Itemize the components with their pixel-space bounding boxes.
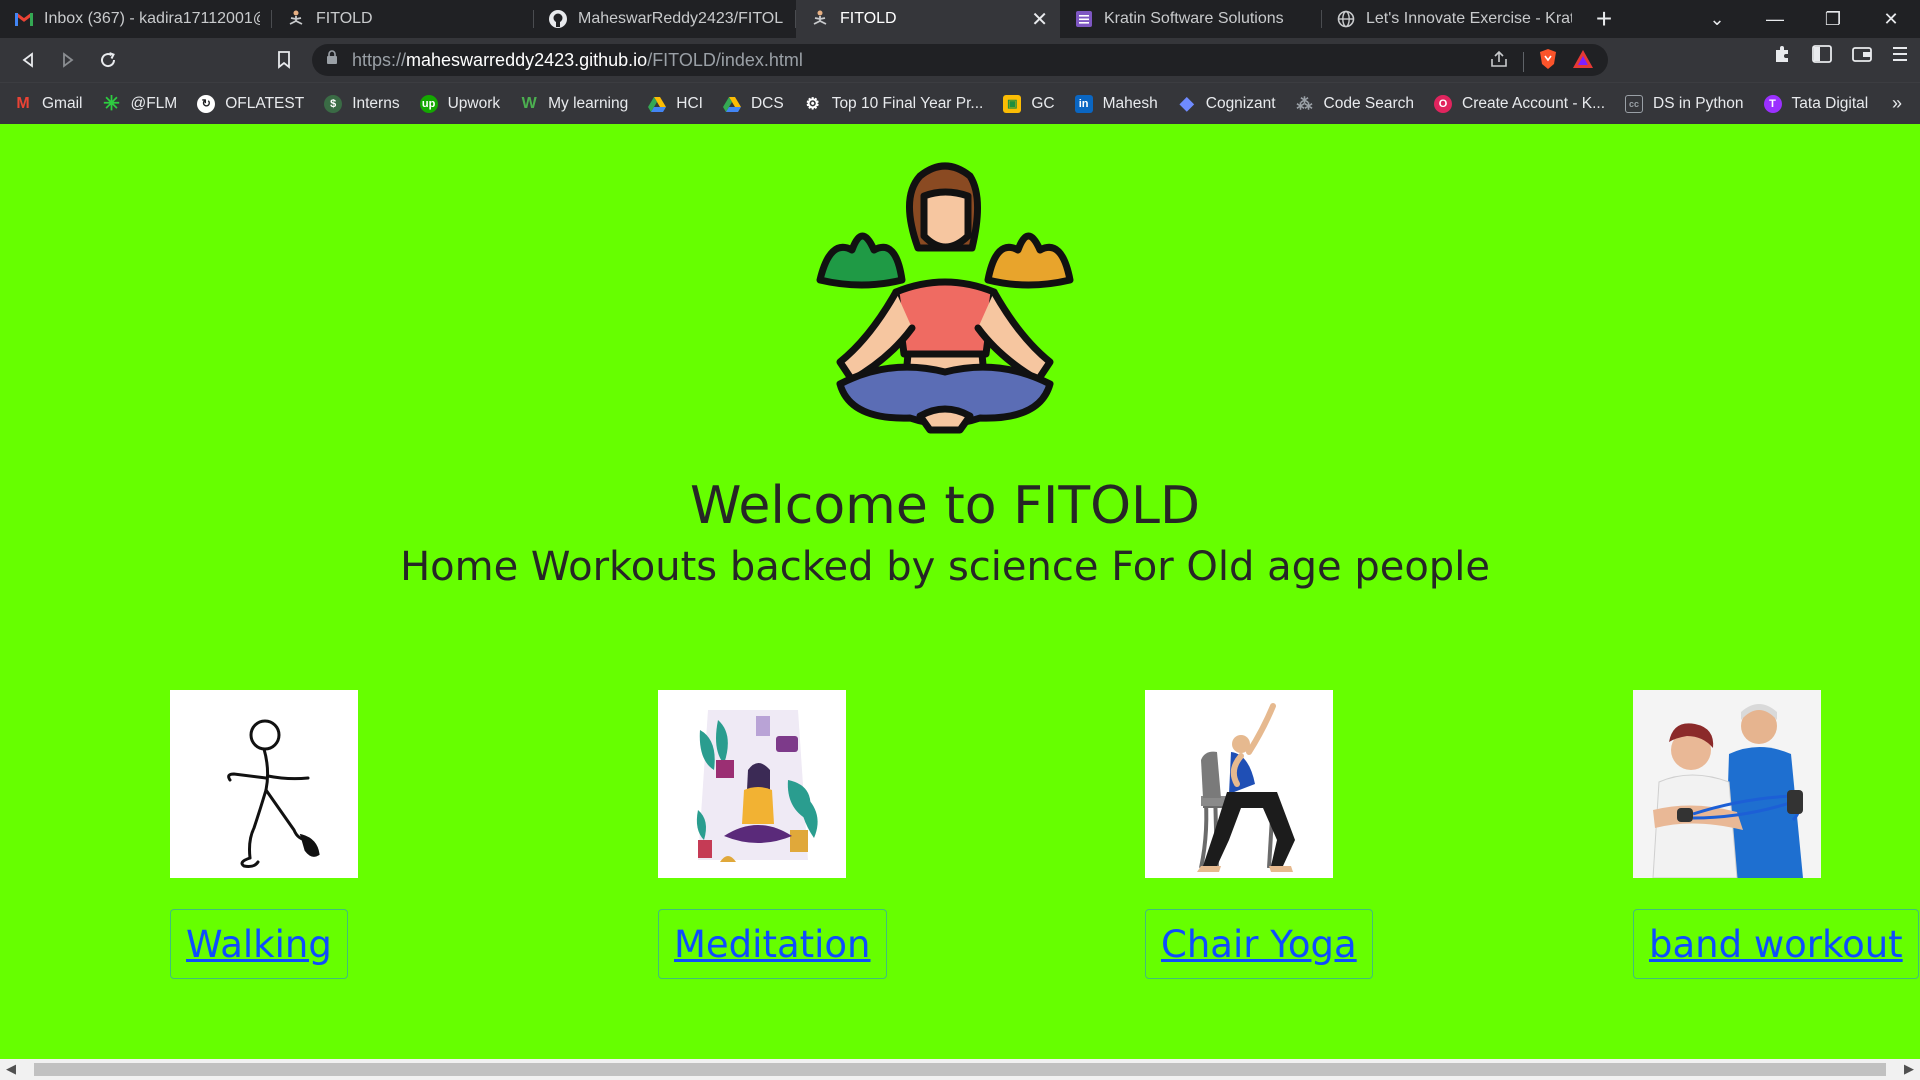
wallet-icon[interactable]	[1852, 45, 1872, 68]
classroom-icon: ▣	[1003, 94, 1022, 113]
tab-strip: Inbox (367) - kadira17112001@g FITOLD Ma…	[0, 0, 1920, 38]
tab-github[interactable]: MaheswarReddy2423/FITOLD	[534, 0, 796, 38]
meditation-link[interactable]: Meditation	[674, 923, 871, 966]
lock-icon	[326, 50, 338, 70]
bookmark-ds-python[interactable]: cc DS in Python	[1625, 94, 1744, 113]
restore-icon[interactable]: ❐	[1804, 0, 1862, 38]
tab-fitold-active[interactable]: FITOLD ✕	[796, 0, 1060, 38]
drive-icon	[648, 95, 667, 113]
menu-icon[interactable]	[1892, 45, 1908, 68]
scroll-right-icon[interactable]: ▶	[1904, 1061, 1914, 1077]
sidebar-icon[interactable]	[1812, 45, 1832, 68]
chair-yoga-image	[1145, 690, 1333, 878]
extensions-icon[interactable]	[1772, 44, 1792, 69]
scrollbar-thumb[interactable]	[34, 1063, 1886, 1076]
back-icon[interactable]	[8, 40, 48, 80]
yoga-favicon-icon	[810, 9, 830, 29]
walking-image	[170, 690, 358, 878]
bookmark-mahesh[interactable]: in Mahesh	[1074, 94, 1158, 113]
drive-icon	[722, 95, 741, 113]
bookmark-gc[interactable]: ▣ GC	[1003, 94, 1055, 113]
chair-yoga-link-box: Chair Yoga	[1145, 909, 1373, 979]
tab-gmail[interactable]: Inbox (367) - kadira17112001@g	[0, 0, 272, 38]
bookmark-gmail[interactable]: M Gmail	[14, 95, 82, 113]
band-workout-link-box: band workout	[1633, 909, 1919, 979]
band-workout-image	[1633, 690, 1821, 878]
scroll-left-icon[interactable]: ◀	[6, 1061, 16, 1077]
gmail-icon	[14, 9, 34, 29]
opera-icon: O	[1434, 94, 1453, 113]
forms-icon	[1074, 9, 1094, 29]
bookmark-flm[interactable]: ✳ @FLM	[102, 93, 177, 115]
page-subtitle: Home Workouts backed by science For Old …	[400, 544, 1490, 590]
bookmark-upwork[interactable]: up Upwork	[419, 94, 500, 113]
page-body: Welcome to FITOLD Home Workouts backed b…	[0, 124, 1920, 1059]
bookmark-cognizant[interactable]: ◆ Cognizant	[1178, 93, 1276, 113]
gear-icon: ⚙	[805, 95, 820, 113]
gmail-icon: M	[16, 94, 30, 112]
github-icon	[548, 9, 568, 29]
close-window-icon[interactable]: ✕	[1862, 0, 1920, 38]
new-tab-button[interactable]: +	[1584, 0, 1624, 38]
asterisk-icon: ✳	[103, 93, 120, 115]
bookmark-dcs[interactable]: DCS	[722, 95, 784, 113]
dots-icon: ⁂	[1296, 95, 1313, 113]
bookmark-tata-digital[interactable]: T Tata Digital	[1763, 94, 1868, 113]
tab-fitold-1[interactable]: FITOLD	[272, 0, 534, 38]
browser-toolbar: https://maheswarreddy2423.github.io/FITO…	[0, 38, 1920, 82]
cc-icon: cc	[1625, 94, 1644, 113]
swirl-icon: ↻	[197, 94, 216, 113]
bookmark-oflatest[interactable]: ↻ OFLATEST	[197, 94, 304, 113]
tab-innovate[interactable]: Let's Innovate Exercise - Kratin Li	[1322, 0, 1584, 38]
bookmark-top10[interactable]: ⚙ Top 10 Final Year Pr...	[804, 95, 984, 113]
share-icon[interactable]	[1489, 49, 1509, 74]
band-workout-link[interactable]: band workout	[1649, 923, 1903, 966]
tab-search-chevron-icon[interactable]: ⌄	[1688, 0, 1746, 38]
minimize-icon[interactable]: —	[1746, 0, 1804, 38]
bookmark-code-search[interactable]: ⁂ Code Search	[1296, 95, 1414, 113]
meditation-image	[658, 690, 846, 878]
page-title: Welcome to FITOLD	[689, 476, 1201, 536]
chair-yoga-link[interactable]: Chair Yoga	[1161, 923, 1357, 966]
cognizant-icon: ◆	[1179, 93, 1194, 113]
walking-link[interactable]: Walking	[186, 923, 332, 966]
bookmark-my-learning[interactable]: W My learning	[520, 94, 629, 113]
forward-icon[interactable]	[48, 40, 88, 80]
reload-icon[interactable]	[88, 40, 128, 80]
meditation-link-box: Meditation	[658, 909, 887, 979]
meditation-logo	[800, 158, 1090, 434]
walking-link-box: Walking	[170, 909, 348, 979]
bookmark-page-icon[interactable]	[264, 40, 304, 80]
close-tab-icon[interactable]: ✕	[1031, 7, 1048, 32]
bookmark-interns[interactable]: $ Interns	[324, 94, 400, 113]
globe-icon	[1336, 9, 1356, 29]
upwork-icon: up	[419, 94, 438, 113]
brave-shield-icon[interactable]	[1538, 48, 1558, 75]
more-bookmarks-icon[interactable]: »	[1892, 93, 1902, 114]
address-bar[interactable]: https://maheswarreddy2423.github.io/FITO…	[312, 44, 1608, 76]
bookmark-create-account[interactable]: O Create Account - K...	[1434, 94, 1605, 113]
horizontal-scrollbar[interactable]: ◀ ▶	[0, 1059, 1920, 1080]
bookmarks-bar: M Gmail ✳ @FLM ↻ OFLATEST $ Interns up Upwork…	[0, 82, 1920, 124]
bookmark-hci[interactable]: HCI	[648, 95, 703, 113]
brave-rewards-icon[interactable]	[1572, 49, 1594, 74]
linkedin-icon: in	[1074, 94, 1093, 113]
dollar-icon: $	[324, 94, 343, 113]
w-icon: W	[521, 94, 537, 112]
yoga-favicon-icon	[286, 9, 306, 29]
tata-icon: T	[1763, 94, 1782, 113]
tab-kratin[interactable]: Kratin Software Solutions	[1060, 0, 1322, 38]
url-text: https://maheswarreddy2423.github.io/FITO…	[352, 49, 803, 70]
